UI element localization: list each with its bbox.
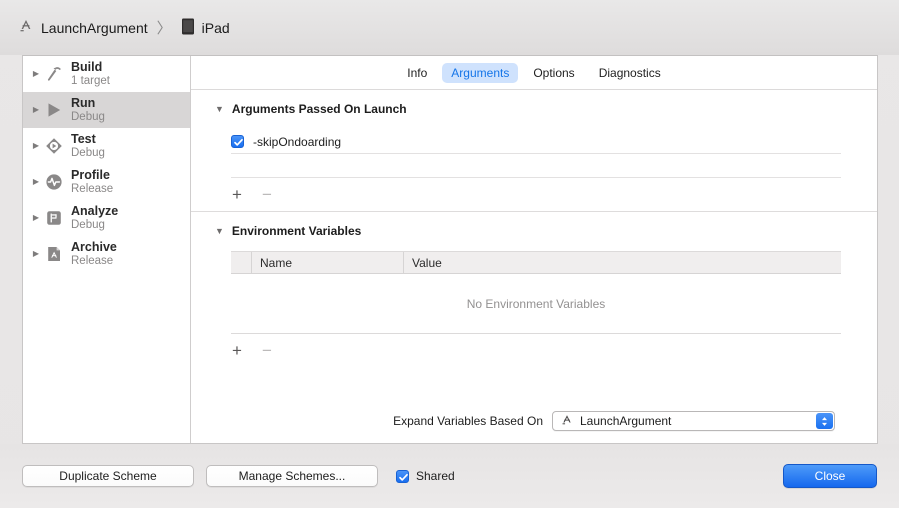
editor-content: ▶ Build 1 target ▶ Run Debug ▶ Test Debu…: [22, 55, 878, 444]
environment-section-title: Environment Variables: [231, 224, 362, 238]
waveform-icon: [43, 171, 65, 193]
scheme-editor-window: LaunchArgument 〉 iPad ▶ Build 1 target ▶…: [0, 0, 899, 508]
shared-label: Shared: [416, 469, 455, 483]
environment-column-name-label: Name: [260, 255, 293, 270]
sidebar-item-run-labels: Run Debug: [71, 96, 105, 124]
run-action-pane: Info Arguments Options Diagnostics ▼ Arg…: [191, 56, 877, 443]
tab-bar: Info Arguments Options Diagnostics: [191, 56, 877, 90]
environment-table-header: Name Value: [231, 252, 841, 274]
expand-variables-label: Expand Variables Based On: [393, 414, 543, 428]
sidebar-item-profile-labels: Profile Release: [71, 168, 113, 196]
sidebar-item-profile-title: Profile: [71, 168, 110, 183]
archive-icon: [43, 243, 65, 265]
chevron-updown-icon[interactable]: [816, 413, 833, 429]
sidebar-item-test-labels: Test Debug: [71, 132, 105, 160]
environment-column-value-label: Value: [412, 255, 442, 270]
analyze-icon: [43, 207, 65, 229]
breadcrumb-destination[interactable]: iPad: [181, 18, 230, 38]
window-titlebar: LaunchArgument 〉 iPad: [0, 0, 899, 55]
manage-schemes-button[interactable]: Manage Schemes...: [206, 465, 378, 487]
disclosure-triangle-icon[interactable]: ▶: [29, 106, 43, 114]
sidebar-item-analyze-labels: Analyze Debug: [71, 204, 118, 232]
section-disclosure-triangle-icon[interactable]: ▼: [215, 104, 224, 114]
environment-column-check: [231, 252, 252, 273]
sidebar-item-run-title: Run: [71, 96, 96, 111]
hammer-icon: [43, 63, 65, 85]
tab-diagnostics[interactable]: Diagnostics: [590, 63, 670, 83]
sidebar-item-archive-subtitle: Release: [71, 254, 114, 267]
sidebar-item-build-labels: Build 1 target: [71, 60, 110, 88]
expand-variables-popup-button[interactable]: LaunchArgument: [552, 411, 835, 431]
ipad-icon: [181, 18, 195, 38]
arguments-tab-body: ▼ Arguments Passed On Launch -skipOndoar…: [191, 90, 877, 443]
remove-environment-variable-button[interactable]: −: [257, 340, 277, 360]
scheme-actions-sidebar: ▶ Build 1 target ▶ Run Debug ▶ Test Debu…: [23, 56, 191, 443]
sidebar-item-archive[interactable]: ▶ Archive Release: [23, 236, 190, 272]
environment-column-value[interactable]: Value: [404, 252, 841, 273]
sidebar-item-test-subtitle: Debug: [71, 146, 105, 159]
arguments-section-title: Arguments Passed On Launch: [231, 102, 407, 116]
sidebar-item-profile-subtitle: Release: [71, 182, 114, 195]
section-disclosure-triangle-icon[interactable]: ▼: [215, 226, 224, 236]
sidebar-item-run-subtitle: Debug: [71, 110, 105, 123]
environment-section-header: ▼ Environment Variables: [191, 212, 877, 238]
shared-checkbox[interactable]: [396, 469, 409, 483]
sidebar-item-archive-title: Archive: [71, 240, 117, 255]
disclosure-triangle-icon[interactable]: ▶: [29, 178, 43, 186]
disclosure-triangle-icon[interactable]: ▶: [29, 250, 43, 258]
breadcrumb-scheme[interactable]: LaunchArgument: [18, 18, 148, 37]
disclosure-triangle-icon[interactable]: ▶: [29, 214, 43, 222]
scheme-icon: [18, 18, 34, 37]
environment-add-remove-controls: + −: [227, 340, 877, 360]
dialog-bottom-bar: Duplicate Scheme Manage Schemes... Share…: [0, 444, 899, 508]
tab-arguments[interactable]: Arguments: [442, 62, 519, 83]
sidebar-item-profile[interactable]: ▶ Profile Release: [23, 164, 190, 200]
add-environment-variable-button[interactable]: +: [227, 340, 247, 360]
add-argument-button[interactable]: +: [227, 184, 247, 204]
expand-variables-selected-value: LaunchArgument: [580, 414, 672, 428]
shared-checkbox-group[interactable]: Shared: [396, 469, 455, 483]
close-button[interactable]: Close: [783, 464, 877, 488]
sidebar-item-build-subtitle: 1 target: [71, 74, 110, 87]
play-icon: [43, 99, 65, 121]
environment-column-name[interactable]: Name: [252, 252, 404, 273]
tab-info[interactable]: Info: [398, 63, 436, 83]
argument-enabled-checkbox[interactable]: [231, 135, 244, 148]
argument-row[interactable]: -skipOndoarding: [231, 130, 841, 154]
arguments-add-remove-controls: + −: [227, 184, 877, 204]
disclosure-triangle-icon[interactable]: ▶: [29, 70, 43, 78]
duplicate-scheme-button[interactable]: Duplicate Scheme: [22, 465, 194, 487]
remove-argument-button[interactable]: −: [257, 184, 277, 204]
argument-empty-row: [231, 154, 841, 178]
scheme-name-label: LaunchArgument: [41, 19, 148, 36]
diamond-play-icon: [43, 135, 65, 157]
environment-empty-state: No Environment Variables: [231, 274, 841, 333]
breadcrumb: LaunchArgument 〉 iPad: [18, 17, 230, 38]
sidebar-item-analyze-title: Analyze: [71, 204, 119, 219]
environment-variables-table: Name Value No Environment Variables: [231, 251, 841, 334]
destination-label: iPad: [201, 19, 230, 36]
disclosure-triangle-icon[interactable]: ▶: [29, 142, 43, 150]
tab-options[interactable]: Options: [524, 63, 583, 83]
expand-variables-row: Expand Variables Based On LaunchArgument: [191, 411, 877, 431]
sidebar-item-analyze-subtitle: Debug: [71, 218, 105, 231]
arguments-list: -skipOndoarding: [231, 130, 841, 178]
sidebar-item-analyze[interactable]: ▶ Analyze Debug: [23, 200, 190, 236]
scheme-icon: [560, 413, 574, 430]
arguments-section-header: ▼ Arguments Passed On Launch: [191, 90, 877, 116]
sidebar-item-build-title: Build: [71, 60, 103, 75]
breadcrumb-separator: 〉: [156, 20, 172, 37]
sidebar-item-build[interactable]: ▶ Build 1 target: [23, 56, 190, 92]
sidebar-item-test[interactable]: ▶ Test Debug: [23, 128, 190, 164]
sidebar-item-run[interactable]: ▶ Run Debug: [23, 92, 190, 128]
argument-value[interactable]: -skipOndoarding: [253, 135, 341, 149]
sidebar-item-test-title: Test: [71, 132, 96, 147]
sidebar-item-archive-labels: Archive Release: [71, 240, 117, 268]
